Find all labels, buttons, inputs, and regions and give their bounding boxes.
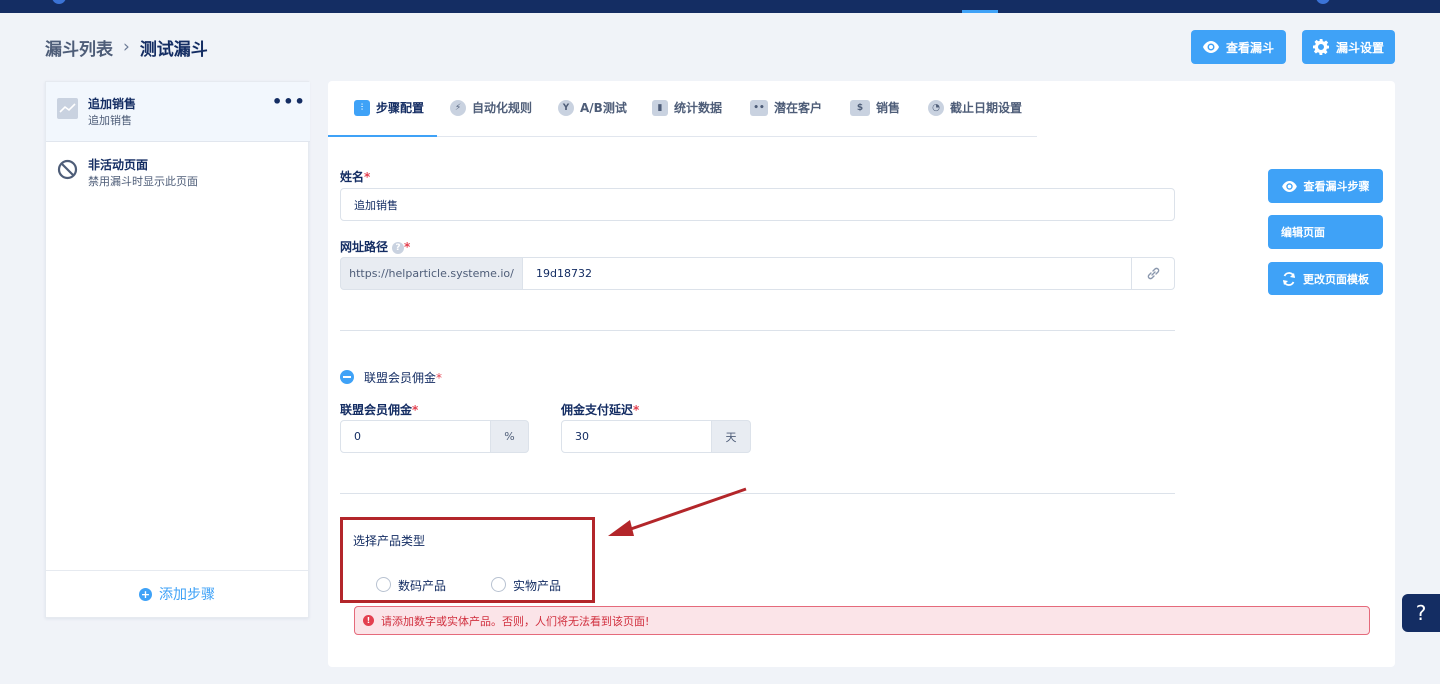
tab-label: 统计数据: [674, 101, 723, 115]
error-alert-text: 请添加数字或实体产品。否则，人们将无法看到该页面!: [381, 614, 650, 628]
required-mark: *: [436, 371, 443, 385]
bar-chart-icon: ▮: [652, 100, 668, 116]
plus-icon: +: [139, 587, 152, 601]
steps-sidebar: 追加销售 追加销售 ••• 非活动页面 禁用漏斗时显示此页面 + 添加步骤: [45, 81, 310, 618]
more-options-icon[interactable]: •••: [272, 92, 306, 111]
annotation-arrow: [608, 487, 747, 536]
refresh-icon: [1283, 271, 1295, 286]
section-divider: [340, 330, 1175, 331]
tab-label: 潜在客户: [774, 101, 823, 115]
tab-step-config[interactable]: ⫶ 步骤配置: [328, 99, 437, 137]
tab-label: 销售: [876, 101, 901, 115]
gear-icon: [1312, 39, 1329, 55]
url-path-label-text: 网址路径: [340, 240, 389, 254]
error-alert: ! 请添加数字或实体产品。否则，人们将无法看到该页面!: [354, 606, 1370, 635]
affiliate-section-text: 联盟会员佣金: [364, 371, 437, 385]
required-mark: *: [404, 240, 411, 254]
nav-logo-icon[interactable]: [52, 0, 66, 4]
link-icon: [1147, 267, 1159, 280]
clock-icon: ◔: [928, 100, 944, 116]
step-subtitle: 禁用漏斗时显示此页面: [88, 175, 198, 188]
tab-label: 步骤配置: [376, 101, 425, 115]
affiliate-section-title[interactable]: 联盟会员佣金*: [364, 369, 442, 386]
percent-addon: %: [490, 420, 529, 453]
commission-label-text: 联盟会员佣金: [340, 403, 413, 417]
breadcrumb-current: 测试漏斗: [139, 39, 208, 60]
disabled-circle-icon: [57, 159, 78, 180]
url-path-label: 网址路径? *: [340, 238, 410, 255]
split-icon: Y: [558, 100, 574, 116]
step-item-upsell[interactable]: 追加销售 追加销售 •••: [46, 82, 310, 142]
url-prefix-addon: https://helparticle.systeme.io/: [340, 257, 523, 290]
tab-label: A/B测试: [580, 101, 627, 115]
funnel-settings-label: 漏斗设置: [1335, 40, 1384, 55]
name-label-text: 姓名: [340, 170, 365, 184]
breadcrumb-funnel-list[interactable]: 漏斗列表: [45, 35, 113, 60]
copy-link-button[interactable]: [1131, 257, 1175, 290]
view-funnel-label: 查看漏斗: [1225, 40, 1274, 55]
sliders-icon: ⫶: [354, 100, 370, 116]
tab-deadline-settings[interactable]: ◔ 截止日期设置: [928, 99, 1022, 137]
step-title: 非活动页面: [88, 158, 149, 172]
commission-input[interactable]: 0: [340, 420, 492, 453]
section-divider: [340, 493, 1175, 494]
add-step-label: 添加步骤: [159, 587, 215, 603]
step-item-inactive-page[interactable]: 非活动页面 禁用漏斗时显示此页面: [46, 143, 310, 203]
name-input[interactable]: 追加销售: [340, 188, 1175, 221]
tab-label: 自动化规则: [472, 101, 533, 115]
tab-ab-test[interactable]: Y A/B测试: [558, 99, 627, 137]
help-button[interactable]: ?: [1402, 594, 1440, 632]
edit-page-button[interactable]: 编辑页面: [1268, 215, 1383, 249]
edit-page-label: 编辑页面: [1281, 226, 1325, 239]
tab-automation-rules[interactable]: ⚡ 自动化规则: [450, 99, 532, 137]
nav-active-indicator: [962, 10, 998, 13]
error-icon: !: [363, 615, 374, 626]
payment-delay-label-text: 佣金支付延迟: [561, 403, 634, 417]
days-addon: 天: [711, 420, 751, 453]
required-mark: *: [412, 403, 419, 417]
top-navbar: [0, 0, 1440, 13]
step-subtitle: 追加销售: [88, 114, 132, 127]
change-template-button[interactable]: 更改页面模板: [1268, 262, 1383, 295]
annotation-highlight-box: [340, 517, 595, 603]
payment-delay-input[interactable]: 30: [561, 420, 713, 453]
eye-icon: [1202, 41, 1219, 53]
tab-bar: ⫶ 步骤配置 ⚡ 自动化规则 Y A/B测试 ▮ 统计数据 •• 潜在客户 $ …: [328, 81, 1037, 137]
eye-icon: [1281, 180, 1297, 192]
tab-leads[interactable]: •• 潜在客户: [750, 99, 822, 137]
help-icon[interactable]: ?: [392, 241, 405, 254]
tab-label: 截止日期设置: [950, 101, 1023, 115]
url-path-input[interactable]: 19d18732: [522, 257, 1132, 290]
users-icon: ••: [750, 100, 768, 116]
trend-chart-icon: [57, 98, 78, 119]
commission-label: 联盟会员佣金*: [340, 401, 418, 418]
nav-avatar-icon[interactable]: [1316, 0, 1330, 4]
view-funnel-steps-label: 查看漏斗步骤: [1303, 180, 1370, 193]
lightning-icon: ⚡: [450, 100, 466, 116]
view-funnel-steps-button[interactable]: 查看漏斗步骤: [1268, 169, 1383, 203]
step-title: 追加销售: [88, 97, 137, 111]
breadcrumb: 漏斗列表 › 测试漏斗: [45, 35, 208, 60]
add-step-button[interactable]: + 添加步骤: [46, 570, 308, 617]
dollar-icon: $: [850, 100, 870, 116]
required-mark: *: [633, 403, 640, 417]
breadcrumb-separator: ›: [123, 37, 130, 57]
tab-statistics[interactable]: ▮ 统计数据: [652, 99, 722, 137]
collapse-minus-icon[interactable]: [340, 370, 354, 384]
required-mark: *: [364, 170, 371, 184]
change-template-label: 更改页面模板: [1303, 272, 1369, 286]
view-funnel-button[interactable]: 查看漏斗: [1191, 30, 1286, 64]
name-label: 姓名*: [340, 168, 370, 185]
funnel-settings-button[interactable]: 漏斗设置: [1302, 30, 1395, 64]
tab-sales[interactable]: $ 销售: [850, 99, 900, 137]
payment-delay-label: 佣金支付延迟*: [561, 401, 639, 418]
